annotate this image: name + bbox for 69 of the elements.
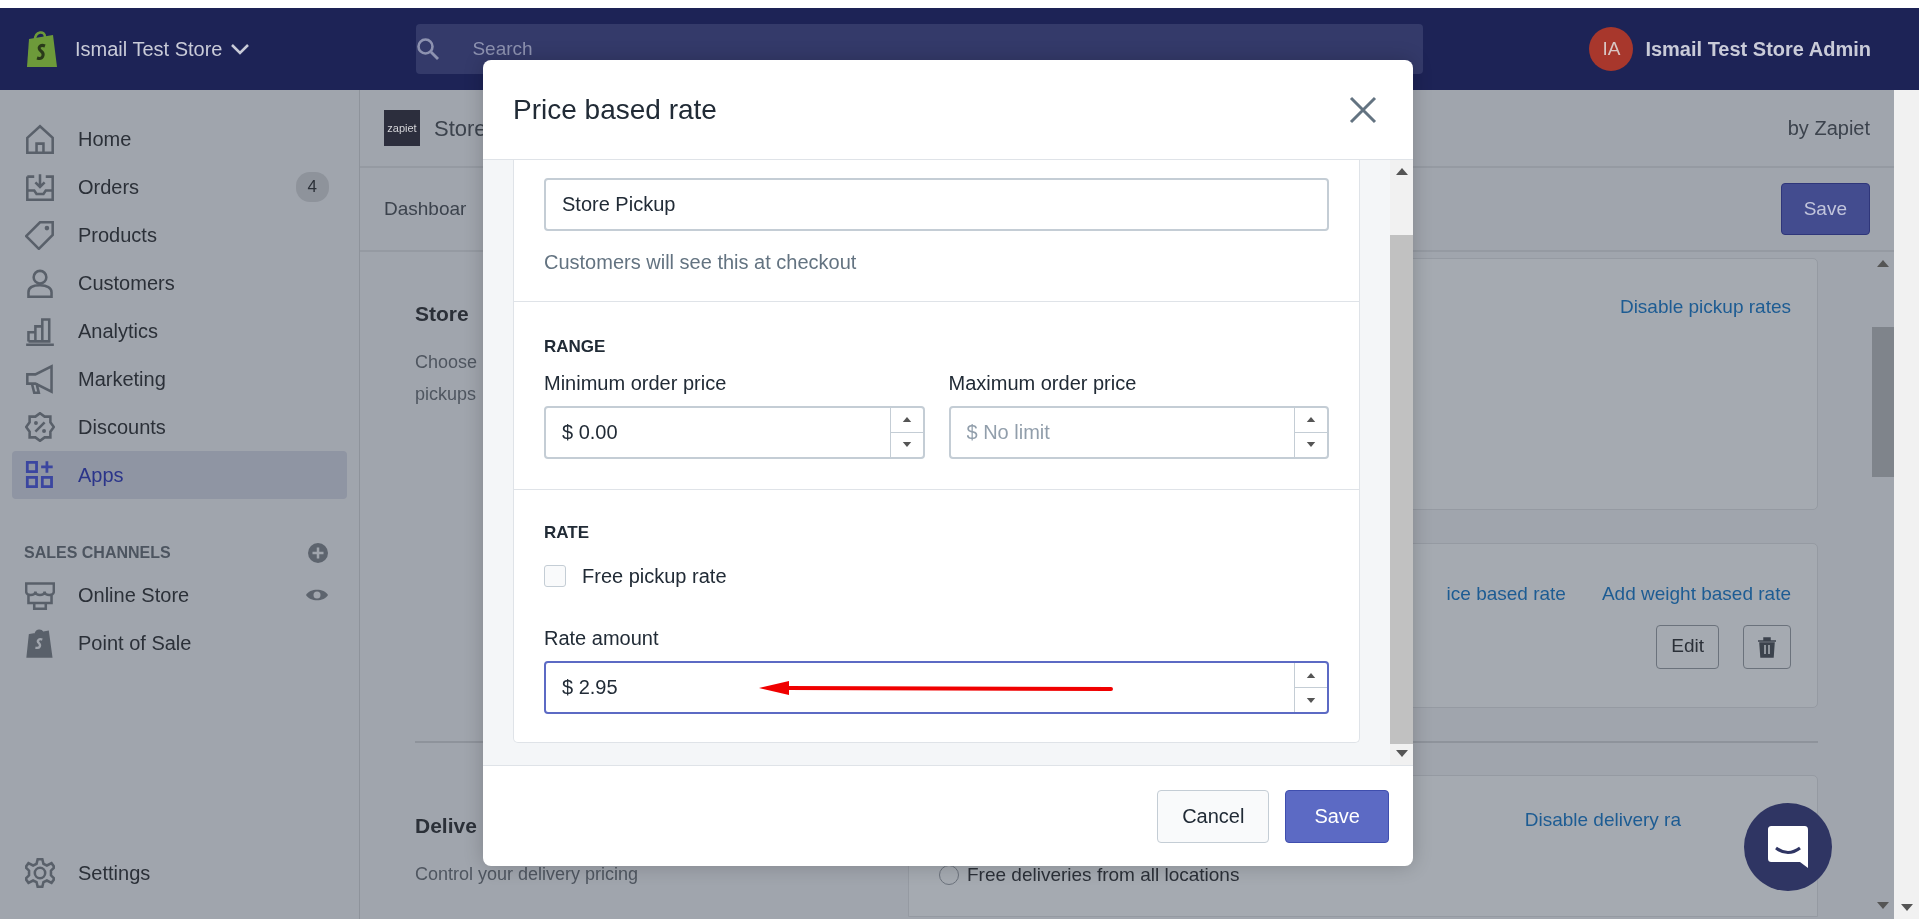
person-icon xyxy=(25,268,55,298)
tab[interactable]: Dashboar xyxy=(384,194,467,224)
input-field[interactable]: Store Pickup xyxy=(544,178,1329,231)
field-label: Maximum order price xyxy=(948,370,1138,396)
add-icon[interactable] xyxy=(307,542,329,564)
sidebar-item[interactable]: Analytics xyxy=(12,307,347,355)
chevron-down-icon xyxy=(230,43,251,55)
section-description: pickups xyxy=(415,382,477,406)
sidebar-item[interactable]: Orders 4 xyxy=(12,163,347,211)
close-icon[interactable] xyxy=(1349,95,1377,124)
account-name[interactable]: Ismail Test Store Admin xyxy=(1645,34,1871,64)
apps-grid-icon xyxy=(25,460,55,490)
eye-icon[interactable] xyxy=(305,587,329,603)
sidebar-item[interactable]: Products xyxy=(12,211,347,259)
add-rate-link[interactable]: ice based rate xyxy=(1446,580,1566,609)
help-text: Customers will see this at checkout xyxy=(544,250,858,275)
sidebar-item[interactable]: Home xyxy=(12,115,347,163)
section-description: Control your delivery pricing xyxy=(415,862,640,886)
app-byline: by Zapiet xyxy=(1787,116,1870,141)
stepper[interactable] xyxy=(1294,407,1327,457)
settings-icon xyxy=(25,858,55,888)
sidebar-item[interactable]: Point of Sale xyxy=(12,619,347,667)
save-button[interactable]: Save xyxy=(1285,789,1389,843)
disable-pickup-link[interactable]: Disable pickup rates xyxy=(1619,293,1791,322)
house-icon xyxy=(25,124,55,154)
input-field[interactable]: $ No limit xyxy=(948,405,1329,459)
count-badge: 4 xyxy=(295,172,329,202)
megaphone-icon xyxy=(25,364,55,394)
checkbox-option[interactable]: Free pickup rate xyxy=(544,561,1329,591)
disable-delivery-link[interactable]: Disable delivery ra xyxy=(1524,806,1681,835)
app-logo: zapiet xyxy=(384,110,420,146)
scrollbar[interactable] xyxy=(1894,90,1919,919)
shopping-bag-icon xyxy=(25,628,55,658)
dialog-title: Price based rate xyxy=(513,92,717,127)
sidebar-item[interactable]: Marketing xyxy=(12,355,347,403)
section-description: Choose xyxy=(415,350,478,374)
sidebar-item[interactable]: Apps xyxy=(12,451,347,499)
add-rate-link[interactable]: Add weight based rate xyxy=(1601,580,1791,609)
chat-bubble-icon xyxy=(1766,824,1810,870)
shopping-bag-logo-icon xyxy=(25,29,59,69)
edit-button[interactable]: Edit xyxy=(1656,624,1719,669)
sidebar-item[interactable]: Customers xyxy=(12,259,347,307)
save-button[interactable]: Save xyxy=(1780,183,1870,235)
section-heading: SALES CHANNELS xyxy=(24,543,171,563)
storefront-icon xyxy=(25,580,55,610)
section-heading: RANGE xyxy=(544,336,607,358)
stepper[interactable] xyxy=(1294,663,1327,712)
inbox-icon xyxy=(25,172,55,202)
input-field[interactable]: $ 0.00 xyxy=(544,405,925,459)
percent-badge-icon xyxy=(25,412,55,442)
tag-icon xyxy=(25,220,55,250)
section-title: Store xyxy=(415,301,470,327)
store-switcher[interactable]: Ismail Test Store xyxy=(75,34,251,64)
avatar[interactable]: IA xyxy=(1589,27,1634,71)
section-heading: RATE xyxy=(544,521,590,544)
bar-chart-icon xyxy=(25,316,55,346)
input-field[interactable]: $ 2.95 xyxy=(544,661,1329,714)
delete-button[interactable] xyxy=(1743,624,1791,669)
field-label: Rate amount xyxy=(544,626,660,651)
trash-icon xyxy=(1757,635,1777,658)
section-title: Delive xyxy=(415,813,478,839)
sidebar-item[interactable]: Settings xyxy=(12,849,347,897)
sidebar-item[interactable]: Online Store xyxy=(12,571,347,619)
field-label: Minimum order price xyxy=(544,370,728,396)
app-title: Store xyxy=(434,114,487,143)
stepper[interactable] xyxy=(889,407,923,457)
sidebar-item[interactable]: Discounts xyxy=(12,403,347,451)
scrollbar[interactable] xyxy=(1390,160,1413,765)
cancel-button[interactable]: Cancel xyxy=(1157,789,1270,843)
